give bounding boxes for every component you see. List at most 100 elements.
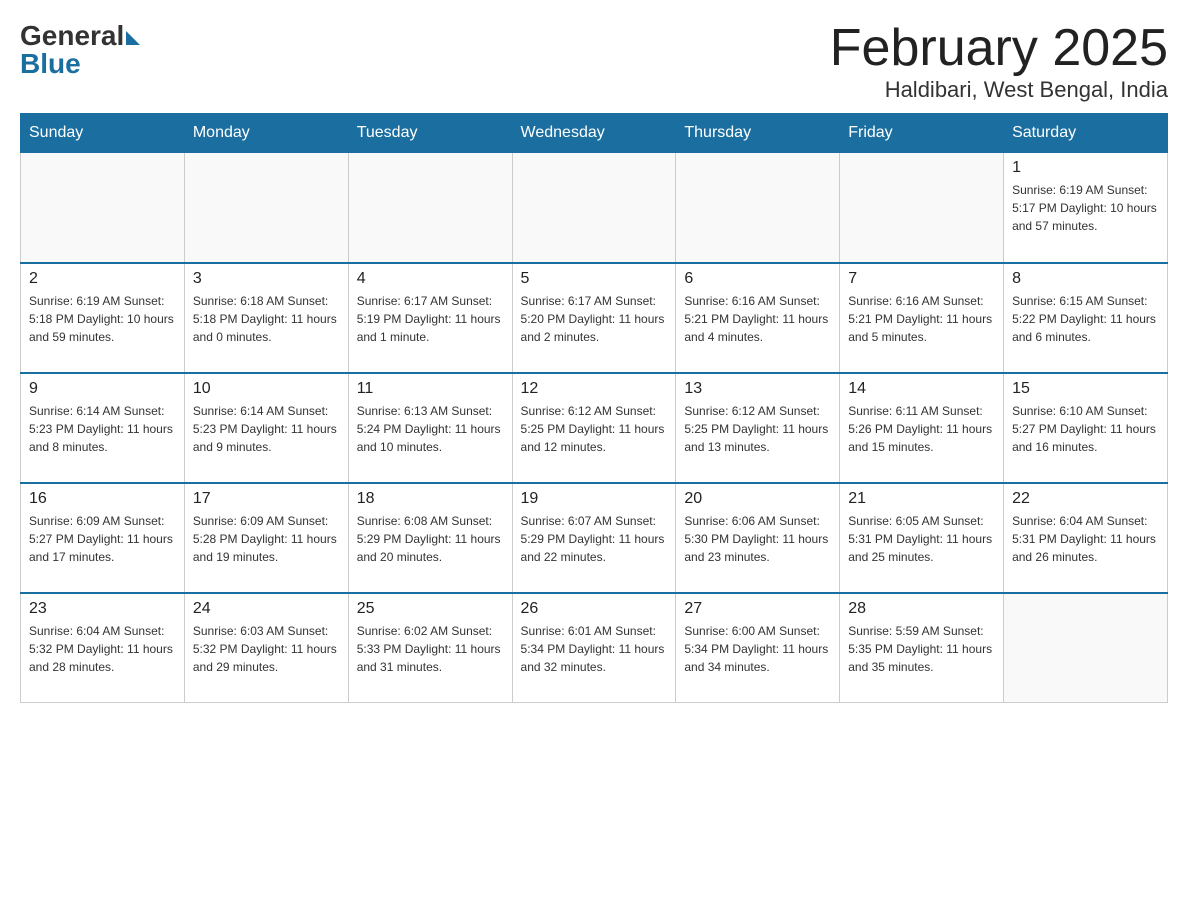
day-info: Sunrise: 6:02 AM Sunset: 5:33 PM Dayligh… — [357, 622, 504, 676]
calendar-cell — [512, 153, 676, 263]
calendar-cell: 19 Sunrise: 6:07 AM Sunset: 5:29 PM Dayli… — [512, 483, 676, 593]
day-number: 19 — [521, 490, 668, 508]
day-number: 2 — [29, 270, 176, 288]
day-number: 1 — [1012, 159, 1159, 177]
column-header-thursday: Thursday — [676, 114, 840, 153]
day-number: 27 — [684, 600, 831, 618]
calendar-cell: 24 Sunrise: 6:03 AM Sunset: 5:32 PM Dayli… — [184, 593, 348, 703]
day-info: Sunrise: 6:19 AM Sunset: 5:18 PM Dayligh… — [29, 292, 176, 346]
day-number: 25 — [357, 600, 504, 618]
day-number: 15 — [1012, 380, 1159, 398]
calendar-cell: 23 Sunrise: 6:04 AM Sunset: 5:32 PM Dayli… — [21, 593, 185, 703]
calendar-cell: 26Sunrise: 6:01 AM Sunset: 5:34 PM Dayli… — [512, 593, 676, 703]
day-number: 17 — [193, 490, 340, 508]
logo-blue-text: Blue — [20, 48, 81, 80]
column-header-tuesday: Tuesday — [348, 114, 512, 153]
day-number: 8 — [1012, 270, 1159, 288]
column-header-sunday: Sunday — [21, 114, 185, 153]
calendar-table: SundayMondayTuesdayWednesdayThursdayFrid… — [20, 113, 1168, 703]
day-info: Sunrise: 6:15 AM Sunset: 5:22 PM Dayligh… — [1012, 292, 1159, 346]
calendar-week-row: 2 Sunrise: 6:19 AM Sunset: 5:18 PM Daylig… — [21, 263, 1168, 373]
day-number: 13 — [684, 380, 831, 398]
day-number: 23 — [29, 600, 176, 618]
calendar-cell: 28 Sunrise: 5:59 AM Sunset: 5:35 PM Dayli… — [840, 593, 1004, 703]
column-header-wednesday: Wednesday — [512, 114, 676, 153]
calendar-cell: 1 Sunrise: 6:19 AM Sunset: 5:17 PM Daylig… — [1004, 153, 1168, 263]
month-title: February 2025 — [830, 20, 1168, 77]
calendar-cell — [676, 153, 840, 263]
day-info: Sunrise: 6:18 AM Sunset: 5:18 PM Dayligh… — [193, 292, 340, 346]
day-info: Sunrise: 6:05 AM Sunset: 5:31 PM Dayligh… — [848, 512, 995, 566]
calendar-cell — [1004, 593, 1168, 703]
calendar-header-row: SundayMondayTuesdayWednesdayThursdayFrid… — [21, 114, 1168, 153]
day-info: Sunrise: 5:59 AM Sunset: 5:35 PM Dayligh… — [848, 622, 995, 676]
day-info: Sunrise: 6:12 AM Sunset: 5:25 PM Dayligh… — [684, 402, 831, 456]
title-section: February 2025 Haldibari, West Bengal, In… — [830, 20, 1168, 103]
calendar-cell: 5 Sunrise: 6:17 AM Sunset: 5:20 PM Daylig… — [512, 263, 676, 373]
calendar-cell: 15Sunrise: 6:10 AM Sunset: 5:27 PM Dayli… — [1004, 373, 1168, 483]
calendar-week-row: 23 Sunrise: 6:04 AM Sunset: 5:32 PM Dayli… — [21, 593, 1168, 703]
calendar-week-row: 16 Sunrise: 6:09 AM Sunset: 5:27 PM Dayli… — [21, 483, 1168, 593]
day-info: Sunrise: 6:04 AM Sunset: 5:31 PM Dayligh… — [1012, 512, 1159, 566]
day-number: 5 — [521, 270, 668, 288]
calendar-cell: 8 Sunrise: 6:15 AM Sunset: 5:22 PM Daylig… — [1004, 263, 1168, 373]
day-info: Sunrise: 6:16 AM Sunset: 5:21 PM Dayligh… — [684, 292, 831, 346]
day-number: 16 — [29, 490, 176, 508]
day-number: 24 — [193, 600, 340, 618]
day-info: Sunrise: 6:09 AM Sunset: 5:28 PM Dayligh… — [193, 512, 340, 566]
day-info: Sunrise: 6:07 AM Sunset: 5:29 PM Dayligh… — [521, 512, 668, 566]
day-number: 10 — [193, 380, 340, 398]
day-number: 26 — [521, 600, 668, 618]
day-number: 9 — [29, 380, 176, 398]
logo: General Blue — [20, 20, 140, 80]
calendar-cell: 13 Sunrise: 6:12 AM Sunset: 5:25 PM Dayli… — [676, 373, 840, 483]
calendar-cell: 10 Sunrise: 6:14 AM Sunset: 5:23 PM Dayli… — [184, 373, 348, 483]
column-header-saturday: Saturday — [1004, 114, 1168, 153]
day-number: 11 — [357, 380, 504, 398]
calendar-cell — [348, 153, 512, 263]
calendar-cell: 22 Sunrise: 6:04 AM Sunset: 5:31 PM Dayli… — [1004, 483, 1168, 593]
calendar-cell: 21 Sunrise: 6:05 AM Sunset: 5:31 PM Dayli… — [840, 483, 1004, 593]
day-info: Sunrise: 6:19 AM Sunset: 5:17 PM Dayligh… — [1012, 181, 1159, 235]
calendar-cell — [840, 153, 1004, 263]
day-info: Sunrise: 6:04 AM Sunset: 5:32 PM Dayligh… — [29, 622, 176, 676]
calendar-cell — [21, 153, 185, 263]
logo-arrow-icon — [126, 31, 140, 45]
day-number: 14 — [848, 380, 995, 398]
day-number: 6 — [684, 270, 831, 288]
location: Haldibari, West Bengal, India — [830, 77, 1168, 103]
column-header-monday: Monday — [184, 114, 348, 153]
calendar-cell: 14 Sunrise: 6:11 AM Sunset: 5:26 PM Dayli… — [840, 373, 1004, 483]
column-header-friday: Friday — [840, 114, 1004, 153]
day-info: Sunrise: 6:13 AM Sunset: 5:24 PM Dayligh… — [357, 402, 504, 456]
day-info: Sunrise: 6:16 AM Sunset: 5:21 PM Dayligh… — [848, 292, 995, 346]
day-info: Sunrise: 6:09 AM Sunset: 5:27 PM Dayligh… — [29, 512, 176, 566]
calendar-cell: 11 Sunrise: 6:13 AM Sunset: 5:24 PM Dayli… — [348, 373, 512, 483]
calendar-week-row: 9 Sunrise: 6:14 AM Sunset: 5:23 PM Daylig… — [21, 373, 1168, 483]
calendar-cell: 7 Sunrise: 6:16 AM Sunset: 5:21 PM Daylig… — [840, 263, 1004, 373]
day-info: Sunrise: 6:17 AM Sunset: 5:20 PM Dayligh… — [521, 292, 668, 346]
day-info: Sunrise: 6:00 AM Sunset: 5:34 PM Dayligh… — [684, 622, 831, 676]
day-number: 4 — [357, 270, 504, 288]
calendar-cell: 25 Sunrise: 6:02 AM Sunset: 5:33 PM Dayli… — [348, 593, 512, 703]
day-number: 22 — [1012, 490, 1159, 508]
calendar-cell: 17 Sunrise: 6:09 AM Sunset: 5:28 PM Dayli… — [184, 483, 348, 593]
day-number: 7 — [848, 270, 995, 288]
calendar-cell: 18Sunrise: 6:08 AM Sunset: 5:29 PM Dayli… — [348, 483, 512, 593]
calendar-cell — [184, 153, 348, 263]
day-info: Sunrise: 6:03 AM Sunset: 5:32 PM Dayligh… — [193, 622, 340, 676]
day-number: 28 — [848, 600, 995, 618]
day-number: 18 — [357, 490, 504, 508]
calendar-cell: 2 Sunrise: 6:19 AM Sunset: 5:18 PM Daylig… — [21, 263, 185, 373]
day-number: 3 — [193, 270, 340, 288]
calendar-cell: 6 Sunrise: 6:16 AM Sunset: 5:21 PM Daylig… — [676, 263, 840, 373]
day-info: Sunrise: 6:11 AM Sunset: 5:26 PM Dayligh… — [848, 402, 995, 456]
calendar-week-row: 1 Sunrise: 6:19 AM Sunset: 5:17 PM Daylig… — [21, 153, 1168, 263]
calendar-cell: 12Sunrise: 6:12 AM Sunset: 5:25 PM Dayli… — [512, 373, 676, 483]
day-number: 20 — [684, 490, 831, 508]
day-info: Sunrise: 6:14 AM Sunset: 5:23 PM Dayligh… — [193, 402, 340, 456]
day-number: 21 — [848, 490, 995, 508]
calendar-cell: 3 Sunrise: 6:18 AM Sunset: 5:18 PM Daylig… — [184, 263, 348, 373]
day-info: Sunrise: 6:14 AM Sunset: 5:23 PM Dayligh… — [29, 402, 176, 456]
calendar-cell: 27 Sunrise: 6:00 AM Sunset: 5:34 PM Dayli… — [676, 593, 840, 703]
